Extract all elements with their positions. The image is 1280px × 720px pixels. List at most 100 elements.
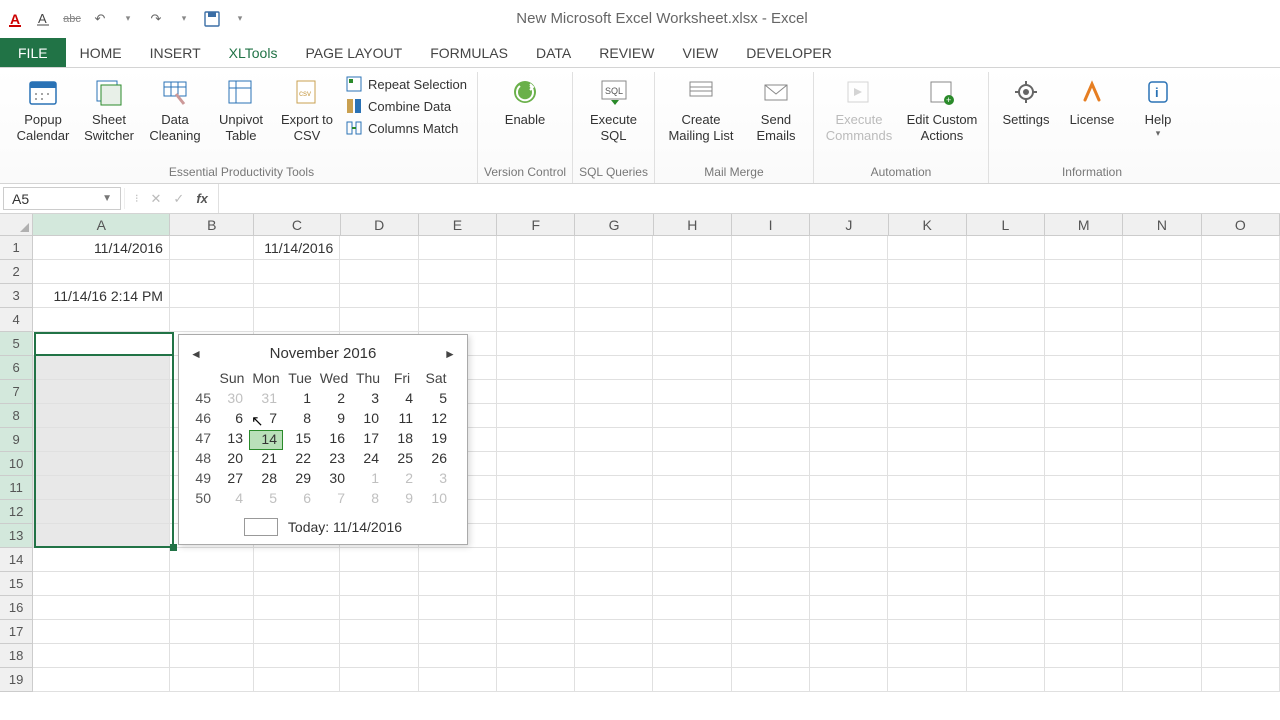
cell[interactable] [732, 404, 810, 428]
cell[interactable] [732, 476, 810, 500]
cell[interactable] [33, 524, 170, 548]
cell[interactable] [419, 620, 497, 644]
cell[interactable] [1045, 260, 1123, 284]
cell[interactable] [653, 356, 731, 380]
execute-sql-button[interactable]: SQLExecute SQL [583, 72, 645, 147]
cell[interactable] [810, 452, 888, 476]
cell[interactable] [967, 236, 1045, 260]
cell[interactable] [1123, 380, 1201, 404]
cell[interactable] [170, 668, 254, 692]
cell[interactable] [340, 644, 418, 668]
cell[interactable] [575, 236, 653, 260]
cell[interactable] [1045, 284, 1123, 308]
calendar-day[interactable]: 6 [283, 490, 317, 510]
calendar-day[interactable]: 7 [317, 490, 351, 510]
cell[interactable] [1202, 524, 1280, 548]
cell[interactable] [1045, 596, 1123, 620]
send-emails-button[interactable]: Send Emails [745, 72, 807, 147]
col-header-I[interactable]: I [732, 214, 810, 236]
cell[interactable] [967, 332, 1045, 356]
cell[interactable] [810, 332, 888, 356]
cell[interactable] [653, 596, 731, 620]
cell[interactable] [810, 284, 888, 308]
cell[interactable] [575, 404, 653, 428]
calendar-day[interactable]: 27 [215, 470, 249, 490]
fill-handle[interactable] [170, 544, 177, 551]
cell[interactable] [575, 596, 653, 620]
cell[interactable] [810, 380, 888, 404]
cell[interactable] [254, 668, 340, 692]
cell[interactable] [419, 572, 497, 596]
cell[interactable] [1202, 500, 1280, 524]
cell[interactable] [888, 308, 966, 332]
cell[interactable] [653, 284, 731, 308]
calendar-day[interactable]: 18 [385, 430, 419, 450]
cell[interactable] [1202, 572, 1280, 596]
cell[interactable] [1123, 260, 1201, 284]
cell[interactable] [1202, 332, 1280, 356]
cell[interactable] [33, 356, 170, 380]
cell[interactable] [810, 668, 888, 692]
calendar-next-icon[interactable]: ► [443, 347, 457, 361]
cell[interactable] [888, 644, 966, 668]
cell[interactable] [810, 356, 888, 380]
cell[interactable] [732, 596, 810, 620]
cell[interactable] [419, 284, 497, 308]
cell[interactable] [1045, 404, 1123, 428]
cell[interactable] [497, 524, 575, 548]
col-header-H[interactable]: H [654, 214, 732, 236]
cell[interactable] [1202, 548, 1280, 572]
col-header-J[interactable]: J [810, 214, 888, 236]
row-header[interactable]: 8 [0, 404, 33, 428]
cell[interactable] [1202, 380, 1280, 404]
tab-insert[interactable]: INSERT [136, 38, 215, 67]
col-header-D[interactable]: D [341, 214, 419, 236]
cell[interactable] [1202, 596, 1280, 620]
cell[interactable] [810, 476, 888, 500]
cell[interactable] [732, 620, 810, 644]
cell[interactable] [497, 428, 575, 452]
cell[interactable] [967, 356, 1045, 380]
calendar-today-box[interactable] [244, 518, 278, 536]
cell[interactable] [653, 308, 731, 332]
cell[interactable] [1123, 452, 1201, 476]
cell[interactable] [1045, 620, 1123, 644]
cell[interactable] [33, 380, 170, 404]
cell[interactable] [419, 308, 497, 332]
namebox-dropdown-icon[interactable]: ▼ [102, 193, 112, 204]
cell[interactable] [888, 476, 966, 500]
cell[interactable] [1045, 428, 1123, 452]
cell[interactable] [732, 260, 810, 284]
cell[interactable] [33, 260, 170, 284]
cell[interactable] [810, 404, 888, 428]
cell[interactable] [1123, 620, 1201, 644]
cell[interactable] [967, 572, 1045, 596]
row-header[interactable]: 15 [0, 572, 33, 596]
cell[interactable] [810, 500, 888, 524]
redo-icon[interactable]: ↷ [146, 9, 166, 29]
calendar-day[interactable]: 30 [317, 470, 351, 490]
cell[interactable] [254, 644, 340, 668]
cell[interactable] [653, 476, 731, 500]
cell[interactable] [1202, 284, 1280, 308]
tab-view[interactable]: VIEW [668, 38, 732, 67]
cell[interactable] [1045, 668, 1123, 692]
cell[interactable] [575, 668, 653, 692]
tab-page-layout[interactable]: PAGE LAYOUT [291, 38, 416, 67]
cell[interactable] [1202, 308, 1280, 332]
cell[interactable] [810, 260, 888, 284]
cell[interactable] [170, 620, 254, 644]
row-header[interactable]: 7 [0, 380, 33, 404]
underline-icon[interactable]: A [34, 9, 54, 29]
cell[interactable] [888, 452, 966, 476]
calendar-day[interactable]: 31 [249, 390, 283, 410]
cell[interactable] [1123, 236, 1201, 260]
enable-vc-button[interactable]: Enable [494, 72, 556, 132]
cell[interactable] [653, 428, 731, 452]
cell[interactable] [419, 236, 497, 260]
calendar-day[interactable]: 1 [351, 470, 385, 490]
cell[interactable] [888, 404, 966, 428]
license-button[interactable]: License [1061, 72, 1123, 132]
cell[interactable] [888, 572, 966, 596]
tab-xltools[interactable]: XLTools [215, 38, 292, 67]
